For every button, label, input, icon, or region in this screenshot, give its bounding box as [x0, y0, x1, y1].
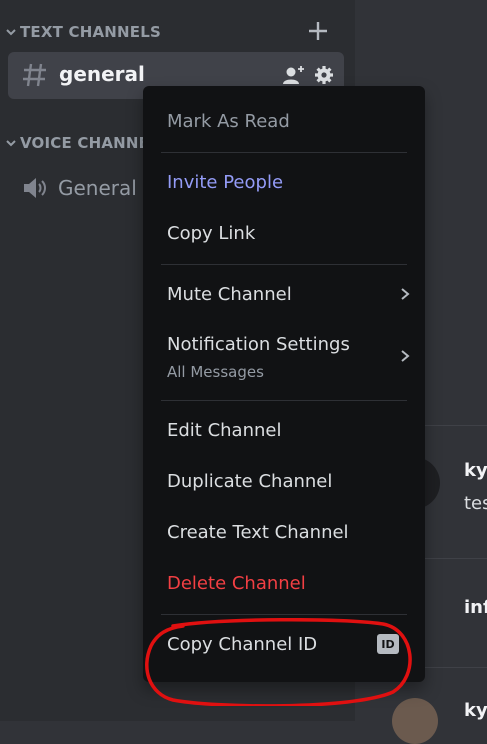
menu-separator	[161, 152, 407, 153]
category-label: TEXT CHANNELS	[20, 23, 161, 41]
gear-icon[interactable]	[314, 65, 334, 85]
menu-item-label: Edit Channel	[167, 420, 282, 441]
create-channel-plus-icon[interactable]	[307, 20, 329, 42]
channel-name: general	[59, 62, 145, 86]
message-author[interactable]: inf	[464, 597, 487, 618]
menu-item-create-text-channel[interactable]: Create Text Channel	[167, 522, 401, 543]
channel-context-menu: Mark As Read Invite People Copy Link Mut…	[143, 86, 425, 682]
message-divider	[425, 667, 487, 668]
annotation-red-circle	[145, 618, 412, 706]
menu-item-label: Mark As Read	[167, 111, 290, 132]
menu-item-label: Delete Channel	[167, 573, 306, 594]
notification-settings-value: All Messages	[167, 363, 264, 381]
menu-item-invite-people[interactable]: Invite People	[167, 172, 401, 193]
menu-item-label: Invite People	[167, 172, 284, 193]
category-label: VOICE CHANNE	[20, 134, 150, 152]
chevron-down-icon	[6, 140, 16, 147]
chevron-down-icon	[6, 29, 16, 36]
chevron-right-icon	[401, 288, 410, 300]
menu-item-label: Create Text Channel	[167, 522, 349, 543]
menu-item-label: Mute Channel	[167, 284, 292, 305]
menu-separator	[161, 264, 407, 265]
category-text-channels[interactable]: TEXT CHANNELS	[4, 21, 161, 43]
menu-item-label: Copy Link	[167, 223, 256, 244]
menu-item-mark-as-read[interactable]: Mark As Read	[167, 111, 401, 132]
hash-icon	[23, 63, 46, 87]
message-divider	[425, 425, 487, 426]
invite-user-icon[interactable]	[282, 64, 306, 86]
menu-item-mute-channel[interactable]: Mute Channel	[167, 284, 410, 305]
menu-separator	[161, 400, 407, 401]
speaker-icon	[24, 178, 46, 198]
menu-item-delete-channel[interactable]: Delete Channel	[167, 573, 401, 594]
voice-channel-general[interactable]: General	[22, 174, 137, 202]
category-voice-channels[interactable]: VOICE CHANNE	[4, 132, 149, 154]
message-text: tes	[464, 493, 487, 514]
menu-separator	[161, 614, 407, 615]
menu-item-edit-channel[interactable]: Edit Channel	[167, 420, 401, 441]
menu-item-label: Duplicate Channel	[167, 471, 333, 492]
menu-item-duplicate-channel[interactable]: Duplicate Channel	[167, 471, 401, 492]
message-divider	[425, 558, 487, 559]
message-author[interactable]: ky	[464, 460, 487, 481]
menu-item-label: Notification Settings	[167, 334, 350, 355]
chevron-right-icon	[401, 350, 410, 362]
menu-item-copy-link[interactable]: Copy Link	[167, 223, 401, 244]
voice-channel-name: General	[58, 176, 137, 200]
message-author[interactable]: ky	[464, 700, 487, 721]
menu-item-notification-settings[interactable]: Notification Settings	[167, 334, 410, 362]
